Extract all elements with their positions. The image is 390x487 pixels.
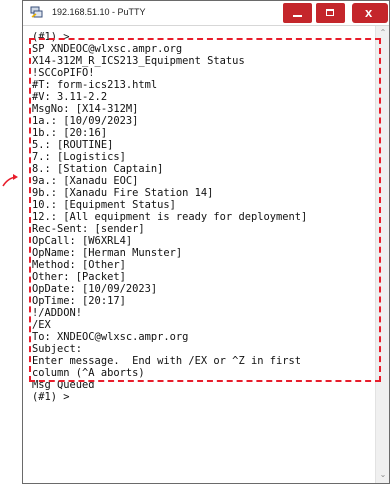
- terminal-line: 9b.: [Xanadu Fire Station 14]: [32, 187, 214, 199]
- window-title: 192.168.51.10 - PuTTY: [52, 7, 146, 17]
- curved-arrow-icon: [2, 174, 18, 187]
- terminal-line: !/ADDON!: [32, 307, 83, 319]
- scroll-up-icon[interactable]: ⌃: [378, 28, 388, 38]
- terminal-line: MsgNo: [X14-312M]: [32, 103, 139, 115]
- close-icon: x: [365, 5, 373, 20]
- terminal-line: 7.: [Logistics]: [32, 151, 126, 163]
- vertical-scrollbar[interactable]: ⌃ ⌄: [375, 26, 389, 483]
- terminal-line: X14-312M_R_ICS213_Equipment Status: [32, 55, 245, 67]
- scroll-down-icon[interactable]: ⌄: [378, 470, 388, 480]
- terminal-line: 1a.: [10/09/2023]: [32, 115, 139, 127]
- terminal-line: Subject:: [32, 343, 83, 355]
- terminal-line: 5.: [ROUTINE]: [32, 139, 114, 151]
- maximize-icon: [326, 9, 334, 16]
- terminal-line: 9a.: [Xanadu EOC]: [32, 175, 139, 187]
- terminal-line: 10.: [Equipment Status]: [32, 199, 176, 211]
- terminal-line: 1b.: [20:16]: [32, 127, 108, 139]
- minimize-button[interactable]: [283, 3, 312, 23]
- terminal-line: Rec-Sent: [sender]: [32, 223, 145, 235]
- terminal-line: Method: [Other]: [32, 259, 126, 271]
- terminal-line: #V: 3.11-2.2: [32, 91, 108, 103]
- terminal-line: Enter message. End with /EX or ^Z in fir…: [32, 355, 301, 367]
- terminal-line: Other: [Packet]: [32, 271, 126, 283]
- maximize-button[interactable]: [316, 3, 345, 23]
- terminal-line: OpCall: [W6XRL4]: [32, 235, 133, 247]
- close-button[interactable]: x: [352, 3, 388, 23]
- terminal-line: Msg Queued: [32, 379, 95, 391]
- minimize-icon: [293, 15, 302, 17]
- terminal-line: OpDate: [10/09/2023]: [32, 283, 158, 295]
- terminal-line: 8.: [Station Captain]: [32, 163, 164, 175]
- terminal-line: column (^A aborts): [32, 367, 145, 379]
- putty-window: 192.168.51.10 - PuTTY x (#1) > SP XNDEOC@…: [22, 0, 390, 484]
- putty-app-icon[interactable]: [30, 6, 44, 19]
- terminal-line: SP XNDEOC@wlxsc.ampr.org: [32, 43, 183, 55]
- terminal-line: (#1) >: [32, 31, 70, 43]
- terminal-line: !SCCoPIFO!: [32, 67, 95, 79]
- terminal-output[interactable]: (#1) > SP XNDEOC@wlxsc.ampr.org X14-312M_R…: [23, 26, 375, 483]
- terminal-line: /EX: [32, 319, 51, 331]
- terminal-line: To: XNDEOC@wlxsc.ampr.org: [32, 331, 189, 343]
- terminal-line: OpTime: [20:17]: [32, 295, 126, 307]
- title-bar[interactable]: 192.168.51.10 - PuTTY x: [23, 1, 389, 26]
- terminal-line: OpName: [Herman Munster]: [32, 247, 183, 259]
- terminal-line: 12.: [All equipment is ready for deploym…: [32, 211, 308, 223]
- terminal-line: (#1) >: [32, 391, 70, 403]
- terminal-line: #T: form-ics213.html: [32, 79, 158, 91]
